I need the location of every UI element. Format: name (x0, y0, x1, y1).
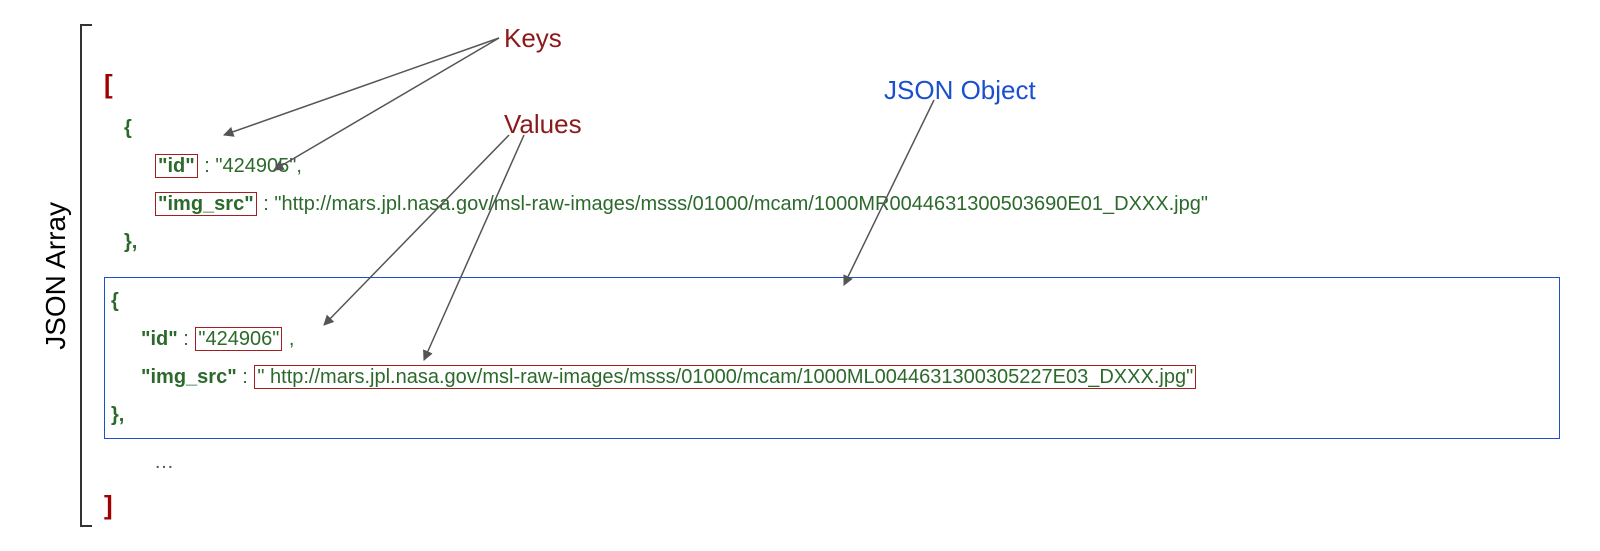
obj1-id-val: "424905" (215, 155, 296, 177)
array-close: ] (104, 481, 1560, 530)
json-array-label: JSON Array (40, 20, 72, 531)
obj1-src-line: "img_src" : "http://mars.jpl.nasa.gov/ms… (154, 185, 1560, 223)
object-annotation: JSON Object (884, 66, 1036, 115)
big-bracket (72, 20, 94, 531)
obj2-src-val: " http://mars.jpl.nasa.gov/msl-raw-image… (254, 365, 1196, 389)
obj1-id-line: "id" : "424905", (154, 147, 1560, 185)
values-annotation: Values (504, 100, 582, 149)
code-area: Keys Values JSON Object [ { "id" : "4249… (104, 20, 1560, 531)
obj1-close: }, (124, 223, 1560, 261)
obj2-src-key: "img_src" (141, 366, 237, 388)
obj1-src-val: "http://mars.jpl.nasa.gov/msl-raw-images… (274, 193, 1208, 215)
obj2-open: { (111, 282, 1553, 320)
obj1-src-key: "img_src" (155, 192, 257, 216)
keys-annotation: Keys (504, 14, 562, 63)
obj1-id-key: "id" (155, 154, 198, 178)
obj2-id-key: "id" (141, 328, 178, 350)
obj2-close: }, (111, 396, 1553, 434)
obj2-id-val: "424906" (195, 327, 282, 351)
obj1-open: { (124, 109, 1560, 147)
array-open: [ (104, 60, 1560, 109)
obj2-id-line: "id" : "424906" , (141, 320, 1553, 358)
ellipsis: … (154, 443, 1560, 481)
obj2-src-line: "img_src" : " http://mars.jpl.nasa.gov/m… (141, 358, 1553, 396)
json-object-box: { "id" : "424906" , "img_src" : " http:/… (104, 277, 1560, 439)
diagram-container: JSON Array Keys Values JSON Object [ { "… (40, 20, 1560, 531)
